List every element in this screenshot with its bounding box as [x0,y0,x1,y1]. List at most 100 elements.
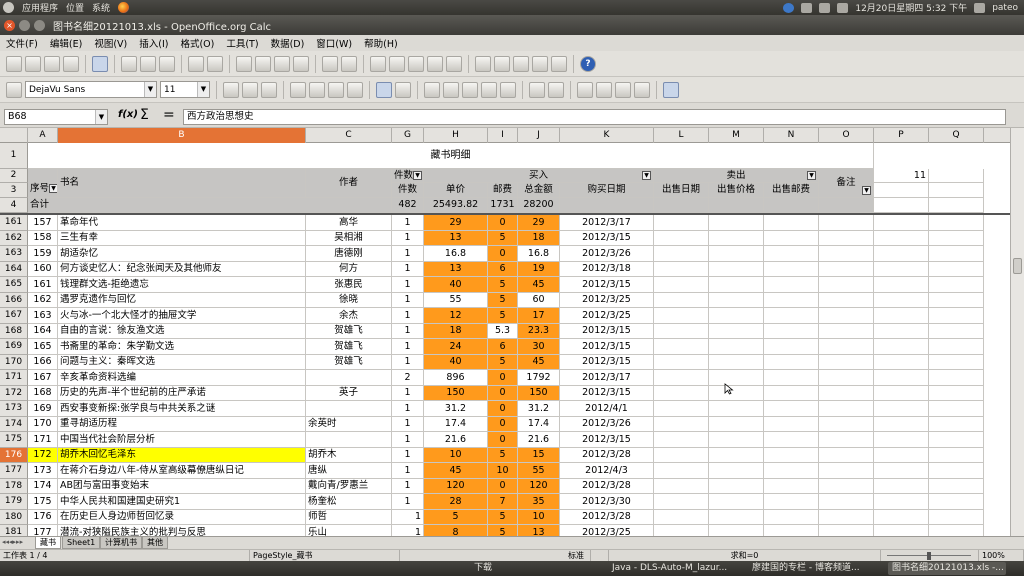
row-header[interactable]: 165 [0,277,28,293]
mail-icon[interactable] [819,2,831,13]
cell-buy-date[interactable]: 2012/3/17 [560,215,654,231]
autospell-icon[interactable] [207,55,223,72]
cell-price[interactable]: 120 [424,479,488,494]
cell-count[interactable]: 1 [392,448,424,463]
cell-empty[interactable] [709,293,764,308]
cell-postage[interactable]: 5.3 [488,324,518,339]
cell-empty[interactable] [819,262,874,277]
cell-total[interactable]: 31.2 [518,401,560,417]
sum-label-cell[interactable]: 合计 [28,198,392,213]
panel-user[interactable]: pateo [992,3,1018,13]
cell-bookname[interactable]: 钱理群文选-拒绝遗忘 [58,277,306,293]
cell-total[interactable]: 150 [518,386,560,401]
open-icon[interactable] [25,55,41,72]
cell-author[interactable] [306,370,392,386]
cell-bookname[interactable]: 西安事变新探:张学良与中共关系之谜 [58,401,306,417]
function-icon[interactable]: = [163,107,175,123]
cell-seq[interactable]: 172 [28,448,58,463]
cell-price[interactable]: 12 [424,308,488,324]
cell-empty[interactable] [654,324,709,339]
column-header-p[interactable]: P [874,128,929,143]
cell-author[interactable]: 唐纵 [306,463,392,479]
cell-empty[interactable] [709,479,764,494]
cell-seq[interactable]: 171 [28,432,58,448]
cell-total[interactable]: 16.8 [518,246,560,262]
cell-seq[interactable]: 176 [28,510,58,525]
cell-price[interactable]: 150 [424,386,488,401]
cell-total[interactable]: 120 [518,479,560,494]
increase-indent-icon[interactable] [548,81,564,98]
spreadsheet-grid[interactable]: ABCGHIJKLMNOPQ 1 藏书明细 2 序号 ▼ 书名 作者 件数 ▼ 买入 ▼ 卖出 ▼ 备注 ▼… [0,128,1024,549]
tab-scroll-arrows-icon[interactable]: ◂◂◂▸▸▸ [2,538,23,546]
cell-count[interactable]: 1 [392,479,424,494]
cell-empty[interactable] [709,401,764,417]
column-header-i[interactable]: I [488,128,518,143]
cell-seq[interactable]: 165 [28,339,58,355]
sum-icon[interactable]: Σ [140,107,149,123]
filter-dropdown-icon[interactable]: ▼ [642,171,651,180]
row-header[interactable]: 177 [0,463,28,479]
row-header[interactable]: 2 [0,169,28,183]
cell-count[interactable]: 1 [392,401,424,417]
cell-bookname[interactable]: 问题与主义：秦晖文选 [58,355,306,370]
cell-buy-date[interactable]: 2012/3/15 [560,339,654,355]
cell-empty[interactable] [764,246,819,262]
cell-empty[interactable] [929,463,984,479]
cell-postage[interactable]: 5 [488,231,518,246]
column-header-o[interactable]: O [819,128,874,143]
cell-seq[interactable]: 164 [28,324,58,339]
show-draw-functions-icon[interactable] [475,55,491,72]
panel-menu-applications[interactable]: 应用程序 [22,1,58,14]
cell-empty[interactable] [709,277,764,293]
cell-empty[interactable] [819,510,874,525]
transfer-icon[interactable] [801,2,813,13]
cell-empty[interactable] [764,215,819,231]
sum-m-cell[interactable] [709,198,764,213]
cell-buy-date[interactable]: 2012/3/26 [560,246,654,262]
cell-empty[interactable] [764,401,819,417]
background-color-icon[interactable] [615,81,631,98]
cell-empty[interactable] [929,355,984,370]
filter-dropdown-icon[interactable]: ▼ [862,186,871,195]
cell-empty[interactable] [764,510,819,525]
cell-postage[interactable]: 0 [488,386,518,401]
cell-seq[interactable]: 175 [28,494,58,510]
column-header-h[interactable]: H [424,128,488,143]
cell-seq[interactable]: 160 [28,262,58,277]
cell-price[interactable]: 5 [424,510,488,525]
cell-price[interactable]: 55 [424,293,488,308]
cell-seq[interactable]: 169 [28,401,58,417]
column-header-m[interactable]: M [709,128,764,143]
cell-empty[interactable] [709,370,764,386]
cell-bookname[interactable]: 在历史巨人身边师哲回忆录 [58,510,306,525]
cell-empty[interactable] [819,417,874,432]
delete-decimal-icon[interactable] [500,81,516,98]
header-total[interactable]: 总金额 [518,183,560,198]
cell-empty[interactable] [654,231,709,246]
undo-icon[interactable] [322,55,338,72]
header-sell-date[interactable]: 出售日期 [654,183,709,198]
cell-buy-date[interactable]: 2012/3/28 [560,479,654,494]
cell-bookname[interactable]: 自由的言说：徐友渔文选 [58,324,306,339]
help-icon[interactable]: ? [580,55,596,72]
cell-empty[interactable] [874,479,929,494]
header-remark-cell[interactable]: 备注 ▼ [819,169,874,198]
merge-cells-icon[interactable] [376,81,392,98]
cell-bookname[interactable]: 中华人民共和国建国史研究1 [58,494,306,510]
cell-empty[interactable] [929,308,984,324]
cell-q4[interactable] [929,198,984,213]
header-count-cell[interactable]: 件数 ▼ [392,169,424,183]
cell-bookname[interactable]: 遇罗克遗作与回忆 [58,293,306,308]
save-icon[interactable] [44,55,60,72]
cell-empty[interactable] [654,355,709,370]
align-top-icon[interactable] [395,81,411,98]
cell-postage[interactable]: 10 [488,463,518,479]
cell-empty[interactable] [874,277,929,293]
row-header[interactable]: 162 [0,231,28,246]
cell-empty[interactable] [654,386,709,401]
italic-icon[interactable] [242,81,258,98]
panel-datetime[interactable]: 12月20日星期四 5:32 下午 [855,1,967,14]
taskbar-item-blog[interactable]: 廖建国的专栏 - 博客频道... [748,562,883,575]
percent-format-icon[interactable] [443,81,459,98]
cell-total[interactable]: 23.3 [518,324,560,339]
